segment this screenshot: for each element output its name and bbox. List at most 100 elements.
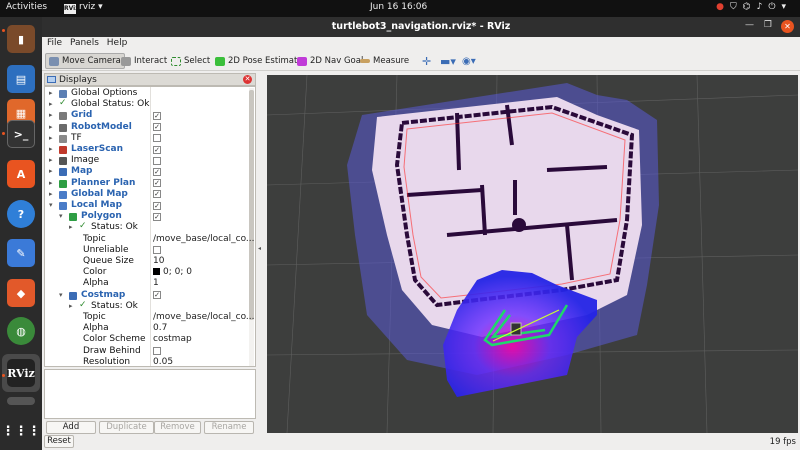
enable-checkbox[interactable]: ✓ [153,111,161,120]
collapsed-arrow-icon[interactable]: ▸ [69,222,77,233]
tree-row[interactable]: ▾ Polygon ✓ [45,211,255,222]
add-button[interactable]: Add [46,421,96,434]
close-panel-icon[interactable]: ✕ [243,75,252,84]
tree-row[interactable]: ▸ Grid ✓ [45,110,255,121]
window-titlebar[interactable]: turtlebot3_navigation.rviz* - RViz — ❐ ✕ [42,17,800,37]
render-view-3d[interactable] [267,75,798,433]
tree-row[interactable]: Color Scheme costmap [45,334,255,345]
text-editor-icon[interactable]: ✎ [7,239,35,267]
remove-tool-icon[interactable]: ▬▾ [437,53,459,69]
tree-row[interactable]: ▸ TF [45,133,255,144]
expanded-arrow-icon[interactable]: ▾ [59,211,67,222]
enable-checkbox[interactable]: ✓ [153,145,161,154]
enable-checkbox[interactable]: ✓ [153,123,161,132]
property-value[interactable]: 0; 0; 0 [153,267,192,278]
tree-row[interactable]: Queue Size 10 [45,256,255,267]
rename-button[interactable]: Rename [204,421,254,434]
tree-row[interactable]: ▸ Image [45,155,255,166]
maximize-icon[interactable]: ❐ [764,20,772,30]
collapsed-arrow-icon[interactable]: ▸ [49,166,57,177]
software-center-icon[interactable]: A [7,160,35,188]
activities-button[interactable]: Activities [6,2,47,12]
measure-tool[interactable]: Measure [357,53,412,69]
show-apps-icon[interactable]: ⋮⋮⋮ [2,417,41,445]
collapsed-arrow-icon[interactable]: ▸ [69,301,77,312]
collapsed-arrow-icon[interactable]: ▸ [49,133,57,144]
property-value[interactable]: 10 [153,256,164,267]
enable-checkbox[interactable] [153,156,161,165]
tree-row[interactable]: ▾ Costmap ✓ [45,290,255,301]
tree-row[interactable]: Alpha 0.7 [45,323,255,334]
tree-row[interactable]: Unreliable [45,245,255,256]
reset-button[interactable]: Reset [44,435,74,448]
enable-checkbox[interactable]: ✓ [153,190,161,199]
clock[interactable]: Jun 16 16:06 [370,2,427,12]
tree-row[interactable]: ▸ Map ✓ [45,166,255,177]
layers-app-icon[interactable]: ◆ [7,279,35,307]
property-value[interactable]: 0.7 [153,323,167,334]
property-value[interactable]: costmap [153,334,192,345]
expanded-arrow-icon[interactable]: ▾ [49,200,57,211]
panel-splitter[interactable]: ◂ [257,75,264,433]
enable-checkbox[interactable] [153,347,161,356]
property-value[interactable]: 0.05 [153,357,173,366]
collapsed-arrow-icon[interactable]: ▸ [49,144,57,155]
property-value[interactable]: /move_base/local_co... [153,234,255,245]
tree-row[interactable]: Color 0; 0; 0 [45,267,255,278]
collapsed-arrow-icon[interactable]: ▸ [49,99,57,110]
pose-estimate-tool[interactable]: 2D Pose Estimate [212,53,306,69]
expanded-arrow-icon[interactable]: ▾ [59,290,67,301]
minimize-icon[interactable]: — [745,20,754,30]
property-value[interactable]: /move_base/local_co... [153,312,255,323]
move-camera-tool[interactable]: Move Camera [45,53,125,69]
tree-row[interactable]: Draw Behind [45,346,255,357]
property-value[interactable]: 1 [153,278,159,289]
files-icon[interactable]: ▤ [7,65,35,93]
tree-row[interactable]: Resolution 0.05 [45,357,255,366]
menu-help[interactable]: Help [107,38,128,48]
menu-file[interactable]: File [47,38,62,48]
tree-row[interactable]: ▾ Local Map ✓ [45,200,255,211]
interact-tool[interactable]: Interact [118,53,170,69]
enable-checkbox[interactable]: ✓ [153,179,161,188]
close-icon[interactable]: ✕ [781,20,794,33]
collapsed-arrow-icon[interactable]: ▸ [49,189,57,200]
enable-checkbox[interactable]: ✓ [153,291,161,300]
add-tool-icon[interactable]: ✛ [419,53,434,69]
collapsed-arrow-icon[interactable]: ▸ [49,88,57,99]
remove-button[interactable]: Remove [154,421,201,434]
collapsed-arrow-icon[interactable]: ▸ [49,110,57,121]
app-menu[interactable]: RVizrviz ▾ [64,2,103,14]
enable-checkbox[interactable]: ✓ [153,167,161,176]
terminal-like-app-icon[interactable]: ▮ [7,25,35,53]
select-tool[interactable]: Select [168,53,213,69]
collapsed-arrow-icon[interactable]: ▸ [49,178,57,189]
duplicate-button[interactable]: Duplicate [99,421,154,434]
tree-row[interactable]: ▸ LaserScan ✓ [45,144,255,155]
nav-goal-tool[interactable]: 2D Nav Goal [294,53,366,69]
globe-app-icon[interactable]: ◍ [7,317,35,345]
tree-row[interactable]: Topic/move_base/local_co... [45,234,255,245]
collapsed-arrow-icon[interactable]: ▸ [49,155,57,166]
enable-checkbox[interactable]: ✓ [153,201,161,210]
menu-panels[interactable]: Panels [70,38,99,48]
tree-row[interactable]: ▸ Global Map ✓ [45,189,255,200]
tree-row[interactable]: ▸ RobotModel ✓ [45,122,255,133]
collapsed-arrow-icon[interactable]: ▸ [49,122,57,133]
view-tool-icon[interactable]: ◉▾ [459,53,479,69]
tree-row[interactable]: ▸ ✓ Status: Ok [45,221,255,233]
tree-row[interactable]: Alpha 1 [45,278,255,289]
tree-row[interactable]: Topic/move_base/local_co... [45,312,255,323]
tree-row[interactable]: ▸ ✓ Global Status: Ok [45,98,255,110]
enable-checkbox[interactable] [153,246,161,255]
tree-row[interactable]: ▸ Global Options [45,88,255,99]
system-tray[interactable]: ●⛉⌬♪⏻▾ [716,2,792,12]
displays-tree[interactable]: ▸ Global Options ▸ ✓ Global Status: Ok ▸ Grid ✓… [44,86,256,367]
enable-checkbox[interactable]: ✓ [153,212,161,221]
rviz-icon[interactable]: RViz [7,359,35,387]
tree-row[interactable]: ▸ ✓ Status: Ok [45,300,255,312]
terminal-icon[interactable]: >_ [7,120,35,148]
help-icon[interactable]: ? [7,200,35,228]
tree-row[interactable]: ▸ Planner Plan ✓ [45,178,255,189]
enable-checkbox[interactable] [153,134,161,143]
